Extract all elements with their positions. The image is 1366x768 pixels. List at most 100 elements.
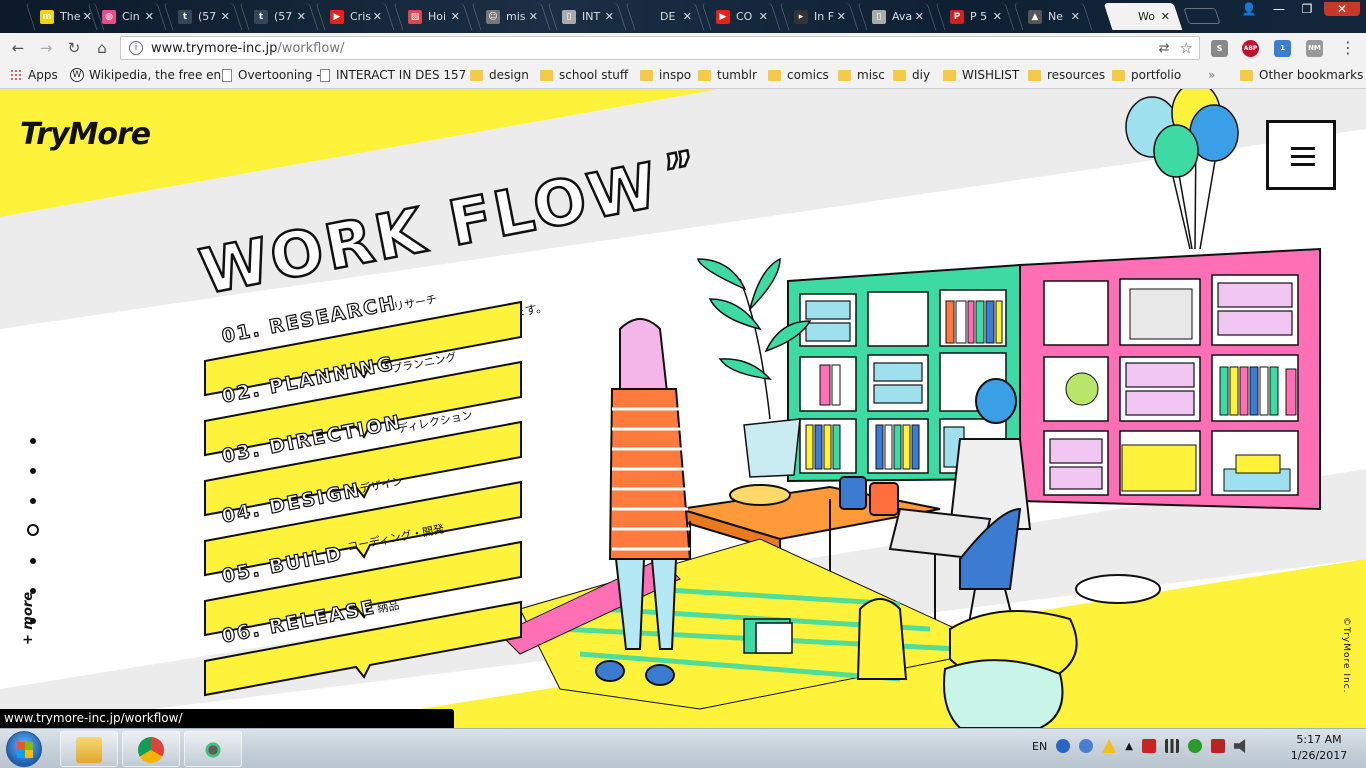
browser-tab[interactable]: ▲ Ne ✕ xyxy=(1018,3,1088,30)
section-dot[interactable] xyxy=(30,468,36,474)
tab-close-icon[interactable]: ✕ xyxy=(993,10,1002,23)
sync-icon[interactable] xyxy=(1187,739,1202,753)
bookmark-item[interactable]: inspo xyxy=(640,68,691,82)
folder-icon xyxy=(1028,69,1041,81)
tab-close-icon[interactable]: ✕ xyxy=(221,10,230,23)
browser-tab[interactable]: ▯ Ava ✕ xyxy=(862,3,932,30)
tab-close-icon[interactable]: ✕ xyxy=(683,10,692,23)
back-icon[interactable]: ← xyxy=(8,38,28,58)
workflow-step-6[interactable]: 06. RELEASE 納品 xyxy=(204,596,522,697)
workflow-step-1[interactable]: 01. RESEARCH リサーチ xyxy=(204,291,522,397)
browser-tab[interactable]: DE ✕ xyxy=(630,3,700,30)
bookmark-item[interactable]: portfolio xyxy=(1112,68,1181,82)
bookmarks-overflow-icon[interactable]: » xyxy=(1208,68,1215,82)
explorer-taskbar-button[interactable] xyxy=(60,731,118,767)
start-button[interactable] xyxy=(6,731,42,767)
browser-tab[interactable]: ☺ mis ✕ xyxy=(476,3,546,30)
tab-close-icon[interactable]: ✕ xyxy=(837,10,846,23)
tab-close-icon[interactable]: ✕ xyxy=(605,10,614,23)
other-bookmarks[interactable]: Other bookmarks xyxy=(1240,68,1363,82)
chrome-menu-icon[interactable]: ⋮ xyxy=(1338,38,1358,58)
address-bar[interactable]: i www.trymore-inc.jp/workflow/ ⇄ ☆ xyxy=(120,36,1200,60)
browser-tab[interactable]: ◍ Cin ✕ xyxy=(92,3,162,30)
minimize-button[interactable]: — xyxy=(1266,2,1292,16)
browser-tab[interactable]: t (57 ✕ xyxy=(244,3,314,30)
tab-title: Ava xyxy=(892,10,913,23)
browser-tab[interactable]: ▯ INT ✕ xyxy=(552,3,622,30)
maximize-button[interactable]: ❐ xyxy=(1294,2,1320,16)
volume-icon[interactable] xyxy=(1233,739,1246,753)
help-icon[interactable] xyxy=(1056,739,1071,753)
workflow-step-5[interactable]: 05. BUILD コーディング・開発 xyxy=(204,522,522,637)
bookmark-item[interactable]: WISHLIST xyxy=(943,68,1019,82)
bookmark-item[interactable]: tumblr xyxy=(698,68,757,82)
bookmark-item[interactable]: W Wikipedia, the free en xyxy=(70,68,221,82)
tab-favicon-icon: ▯ xyxy=(872,9,886,24)
new-tab-button[interactable] xyxy=(1183,8,1221,24)
tab-close-icon[interactable]: ✕ xyxy=(915,10,924,23)
tab-title: Wo xyxy=(1138,10,1155,23)
tab-close-icon[interactable]: ✕ xyxy=(1161,10,1170,23)
tab-close-icon[interactable]: ✕ xyxy=(145,10,154,23)
folder-icon xyxy=(838,69,851,81)
other-bookmarks-label: Other bookmarks xyxy=(1259,68,1364,82)
atom-taskbar-button[interactable] xyxy=(184,731,242,767)
workflow-step-4[interactable]: 04. DESIGN デザイン xyxy=(204,475,522,577)
chrome-taskbar-button[interactable] xyxy=(122,731,180,767)
battery-icon[interactable] xyxy=(1210,739,1225,753)
warning-icon[interactable] xyxy=(1102,739,1117,753)
bookmark-item[interactable]: design xyxy=(470,68,529,82)
tab-close-icon[interactable]: ✕ xyxy=(373,10,382,23)
bookmark-item[interactable]: misc xyxy=(838,68,885,82)
section-dot[interactable] xyxy=(30,438,36,444)
tab-close-icon[interactable]: ✕ xyxy=(297,10,306,23)
section-dot[interactable] xyxy=(30,558,36,564)
browser-tab[interactable]: ▶ CO ✕ xyxy=(706,3,776,30)
show-hidden-icons[interactable]: ▲ xyxy=(1125,741,1133,752)
trymore-logo[interactable]: TryMore xyxy=(20,117,151,152)
extension-s-icon[interactable]: S xyxy=(1211,40,1228,57)
bookmark-star-icon[interactable]: ☆ xyxy=(1180,39,1193,57)
bookmark-item[interactable]: diy xyxy=(893,68,930,82)
extension-nm-icon[interactable]: NM xyxy=(1306,40,1323,57)
language-indicator[interactable]: EN xyxy=(1032,740,1047,753)
workflow-step-3[interactable]: 03. DIRECTION ディレクション xyxy=(204,408,522,517)
bookmark-item[interactable]: Overtooning - xyxy=(222,68,321,82)
browser-tab[interactable]: ▶ Cris ✕ xyxy=(320,3,390,30)
browser-tab[interactable]: ▸ In F ✕ xyxy=(784,3,854,30)
tab-title: Cin xyxy=(122,10,140,23)
section-dot[interactable] xyxy=(30,498,36,504)
bookmark-label: INTERACT IN DES 157 xyxy=(336,68,467,82)
tab-close-icon[interactable]: ✕ xyxy=(529,10,538,23)
browser-tab[interactable]: ▧ Hoi ✕ xyxy=(398,3,468,30)
tab-close-icon[interactable]: ✕ xyxy=(759,10,768,23)
bookmark-item[interactable]: school stuff xyxy=(540,68,628,82)
browser-tab[interactable]: Wo ✕ xyxy=(1108,3,1178,30)
workflow-step-2[interactable]: 02. PLANNING プランニング xyxy=(204,350,522,457)
reload-icon[interactable]: ↻ xyxy=(64,38,84,58)
hamburger-menu-button[interactable] xyxy=(1266,120,1336,190)
section-dot[interactable] xyxy=(27,524,39,536)
more-link[interactable]: + more xyxy=(21,592,36,645)
signal-icon[interactable] xyxy=(1164,739,1179,753)
browser-tab[interactable]: P P 5 ✕ xyxy=(940,3,1010,30)
bookmark-item[interactable]: comics xyxy=(768,68,829,82)
translate-icon[interactable]: ⇄ xyxy=(1159,41,1170,56)
home-icon[interactable]: ⌂ xyxy=(92,38,112,58)
tab-close-icon[interactable]: ✕ xyxy=(1071,10,1080,23)
tab-close-icon[interactable]: ✕ xyxy=(451,10,460,23)
window-close-button[interactable]: ✕ xyxy=(1324,2,1360,16)
forward-icon[interactable]: → xyxy=(36,38,56,58)
flag-icon[interactable] xyxy=(1141,739,1156,753)
network-icon[interactable] xyxy=(1079,739,1094,753)
bookmark-item[interactable]: Apps xyxy=(10,68,58,82)
profile-icon[interactable]: 👤 xyxy=(1236,2,1262,16)
browser-tab[interactable]: t (57 ✕ xyxy=(168,3,238,30)
bookmark-item[interactable]: resources xyxy=(1028,68,1105,82)
browser-toolbar: ← → ↻ ⌂ i www.trymore-inc.jp/workflow/ ⇄… xyxy=(0,33,1366,63)
ghostery-icon[interactable]: 1 xyxy=(1274,40,1291,57)
site-info-icon[interactable]: i xyxy=(129,41,143,55)
adblock-icon[interactable]: ABP xyxy=(1242,40,1259,57)
clock[interactable]: 5:17 AM 1/26/2017 xyxy=(1284,732,1354,764)
bookmark-item[interactable]: INTERACT IN DES 157 xyxy=(320,68,466,82)
